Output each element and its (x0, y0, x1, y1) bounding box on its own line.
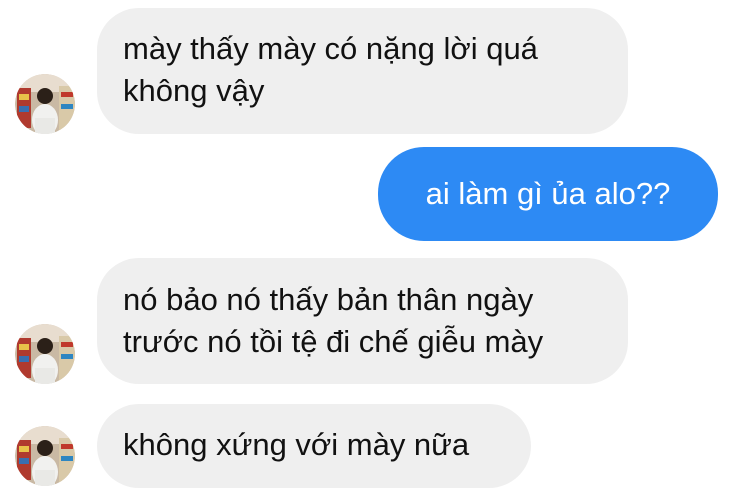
message-bubble-outgoing[interactable]: ai làm gì ủa alo?? (378, 147, 718, 241)
contact-avatar[interactable] (15, 426, 75, 486)
avatar-photo-icon (15, 426, 75, 486)
contact-avatar[interactable] (15, 74, 75, 134)
message-text-line: mày thấy mày có nặng lời quá (123, 31, 538, 66)
message-bubble-incoming[interactable]: mày thấy mày có nặng lời quá không vậy (97, 8, 628, 134)
message-bubble-incoming[interactable]: không xứng với mày nữa (97, 404, 531, 488)
message-text-line: nó bảo nó thấy bản thân ngày (123, 282, 534, 317)
avatar-photo-icon (15, 324, 75, 384)
message-text-line: không xứng với mày nữa (123, 427, 470, 462)
message-bubble-incoming[interactable]: nó bảo nó thấy bản thân ngày trước nó tồ… (97, 258, 628, 384)
message-text-line: ai làm gì ủa alo?? (425, 176, 671, 211)
contact-avatar[interactable] (15, 324, 75, 384)
message-text-line: không vậy (123, 73, 265, 108)
message-text-line: trước nó tồi tệ đi chế giễu mày (123, 324, 544, 359)
avatar-photo-icon (15, 74, 75, 134)
